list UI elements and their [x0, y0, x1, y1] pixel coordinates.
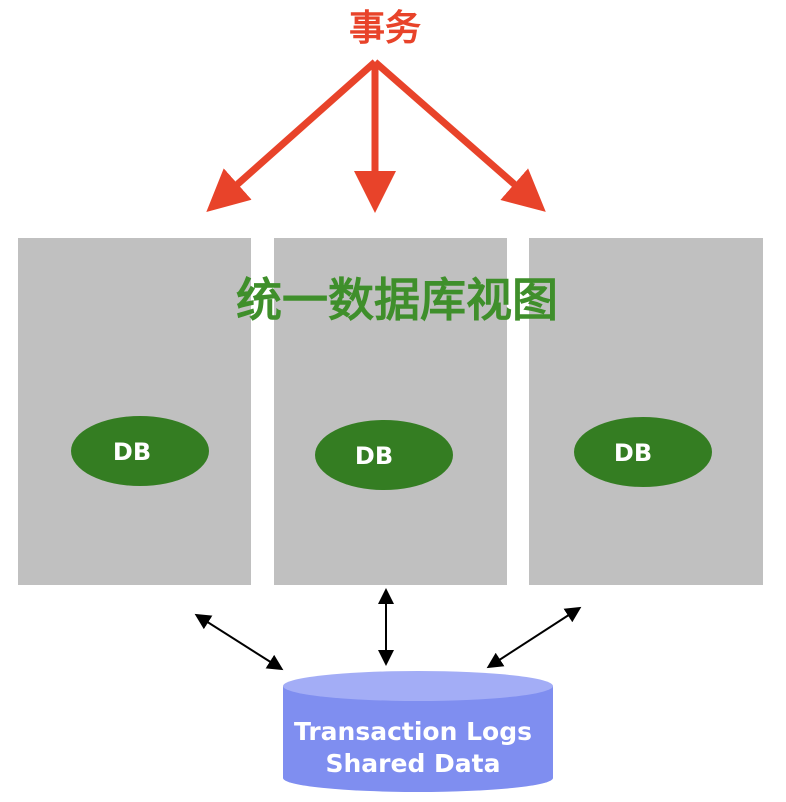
diagram: 事务 统一数据库视图 DB DB DB Transaction Logs Sha… — [18, 8, 763, 792]
double-arrow-left — [194, 613, 284, 671]
storage-label-line1: Transaction Logs — [294, 717, 532, 746]
node-panel-1 — [18, 238, 251, 585]
transaction-label: 事务 — [349, 8, 421, 49]
storage-arrows — [194, 588, 582, 671]
arrow-left — [206, 59, 378, 212]
unified-view-title: 统一数据库视图 — [236, 273, 558, 327]
db-label-1: DB — [113, 438, 151, 466]
db-label-3: DB — [614, 439, 652, 467]
node-panel-3 — [529, 238, 763, 585]
transaction-arrows — [206, 59, 546, 213]
double-arrow-right — [486, 606, 582, 669]
db-label-2: DB — [355, 442, 393, 470]
arrow-right — [372, 59, 546, 212]
storage-label-line2: Shared Data — [326, 749, 501, 778]
